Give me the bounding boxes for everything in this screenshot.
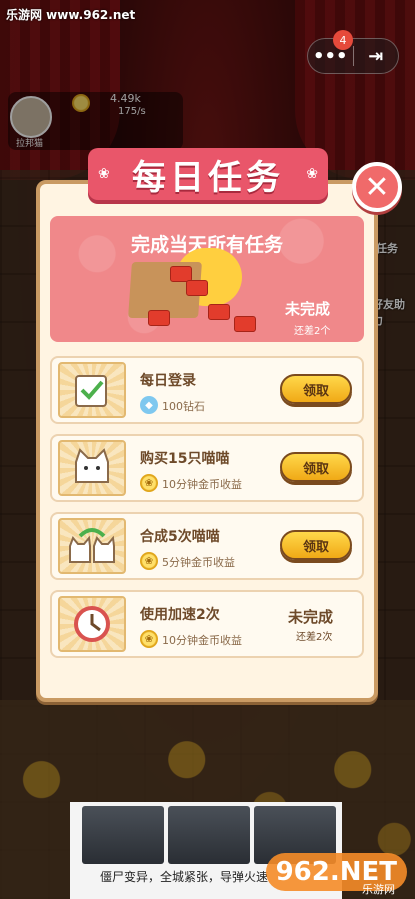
ad-image — [168, 806, 250, 864]
merge-cats-icon — [58, 518, 126, 574]
watermark-bottom-sub: 乐游网 — [362, 883, 395, 896]
notification-badge: 4 — [333, 30, 353, 50]
task-row: 使用加速2次 ❀ 10分钟金币收益 未完成 还差2次 — [50, 590, 364, 658]
exit-icon[interactable]: ⇥ — [353, 38, 398, 74]
red-envelope-icon — [208, 304, 230, 320]
task-name: 购买15只喵喵 — [140, 451, 230, 467]
task-row: 每日登录 ◆ 100钻石 领取 — [50, 356, 364, 424]
red-envelope-icon — [234, 316, 256, 332]
task-remaining: 还差2次 — [296, 632, 333, 643]
modal-title-banner: ❀ 每日任务 ❀ — [88, 148, 328, 200]
calendar-check-icon — [58, 362, 126, 418]
cat-icon — [58, 440, 126, 496]
task-reward: 10分钟金币收益 — [162, 634, 242, 647]
watermark-top: 乐游网 www.962.net — [6, 8, 136, 22]
coin-icon: ❀ — [140, 552, 158, 570]
coin-icon: ❀ — [140, 630, 158, 648]
red-envelope-icon — [148, 310, 170, 326]
task-name: 每日登录 — [140, 373, 196, 389]
modal-title: 每日任务 — [132, 157, 284, 198]
task-name: 合成5次喵喵 — [140, 529, 220, 545]
red-envelope-icon — [186, 280, 208, 296]
capsule-menu: ••• ⇥ — [307, 38, 399, 74]
task-reward: 10分钟金币收益 — [162, 478, 242, 491]
all-tasks-remaining: 还差2个 — [294, 326, 331, 337]
task-reward: 5分钟金币收益 — [162, 556, 235, 569]
diamond-icon: ◆ — [140, 396, 158, 414]
all-tasks-status: 未完成 — [285, 300, 331, 318]
task-row: 合成5次喵喵 ❀ 5分钟金币收益 领取 — [50, 512, 364, 580]
close-button[interactable]: ✕ — [352, 162, 402, 212]
claim-button[interactable]: 领取 — [280, 452, 352, 482]
ad-text: 僵尸变异，全城紧张，导弹火速 — [100, 870, 269, 884]
task-status: 未完成 — [288, 608, 334, 626]
clock-icon — [58, 596, 126, 652]
ad-image — [82, 806, 164, 864]
paw-icon: ❀ — [306, 166, 318, 182]
task-row: 购买15只喵喵 ❀ 10分钟金币收益 领取 — [50, 434, 364, 502]
claim-button[interactable]: 领取 — [280, 530, 352, 560]
task-reward: 100钻石 — [162, 400, 205, 413]
claim-button[interactable]: 领取 — [280, 374, 352, 404]
task-name: 使用加速2次 — [140, 607, 220, 623]
paw-icon: ❀ — [98, 166, 110, 182]
coin-icon: ❀ — [140, 474, 158, 492]
